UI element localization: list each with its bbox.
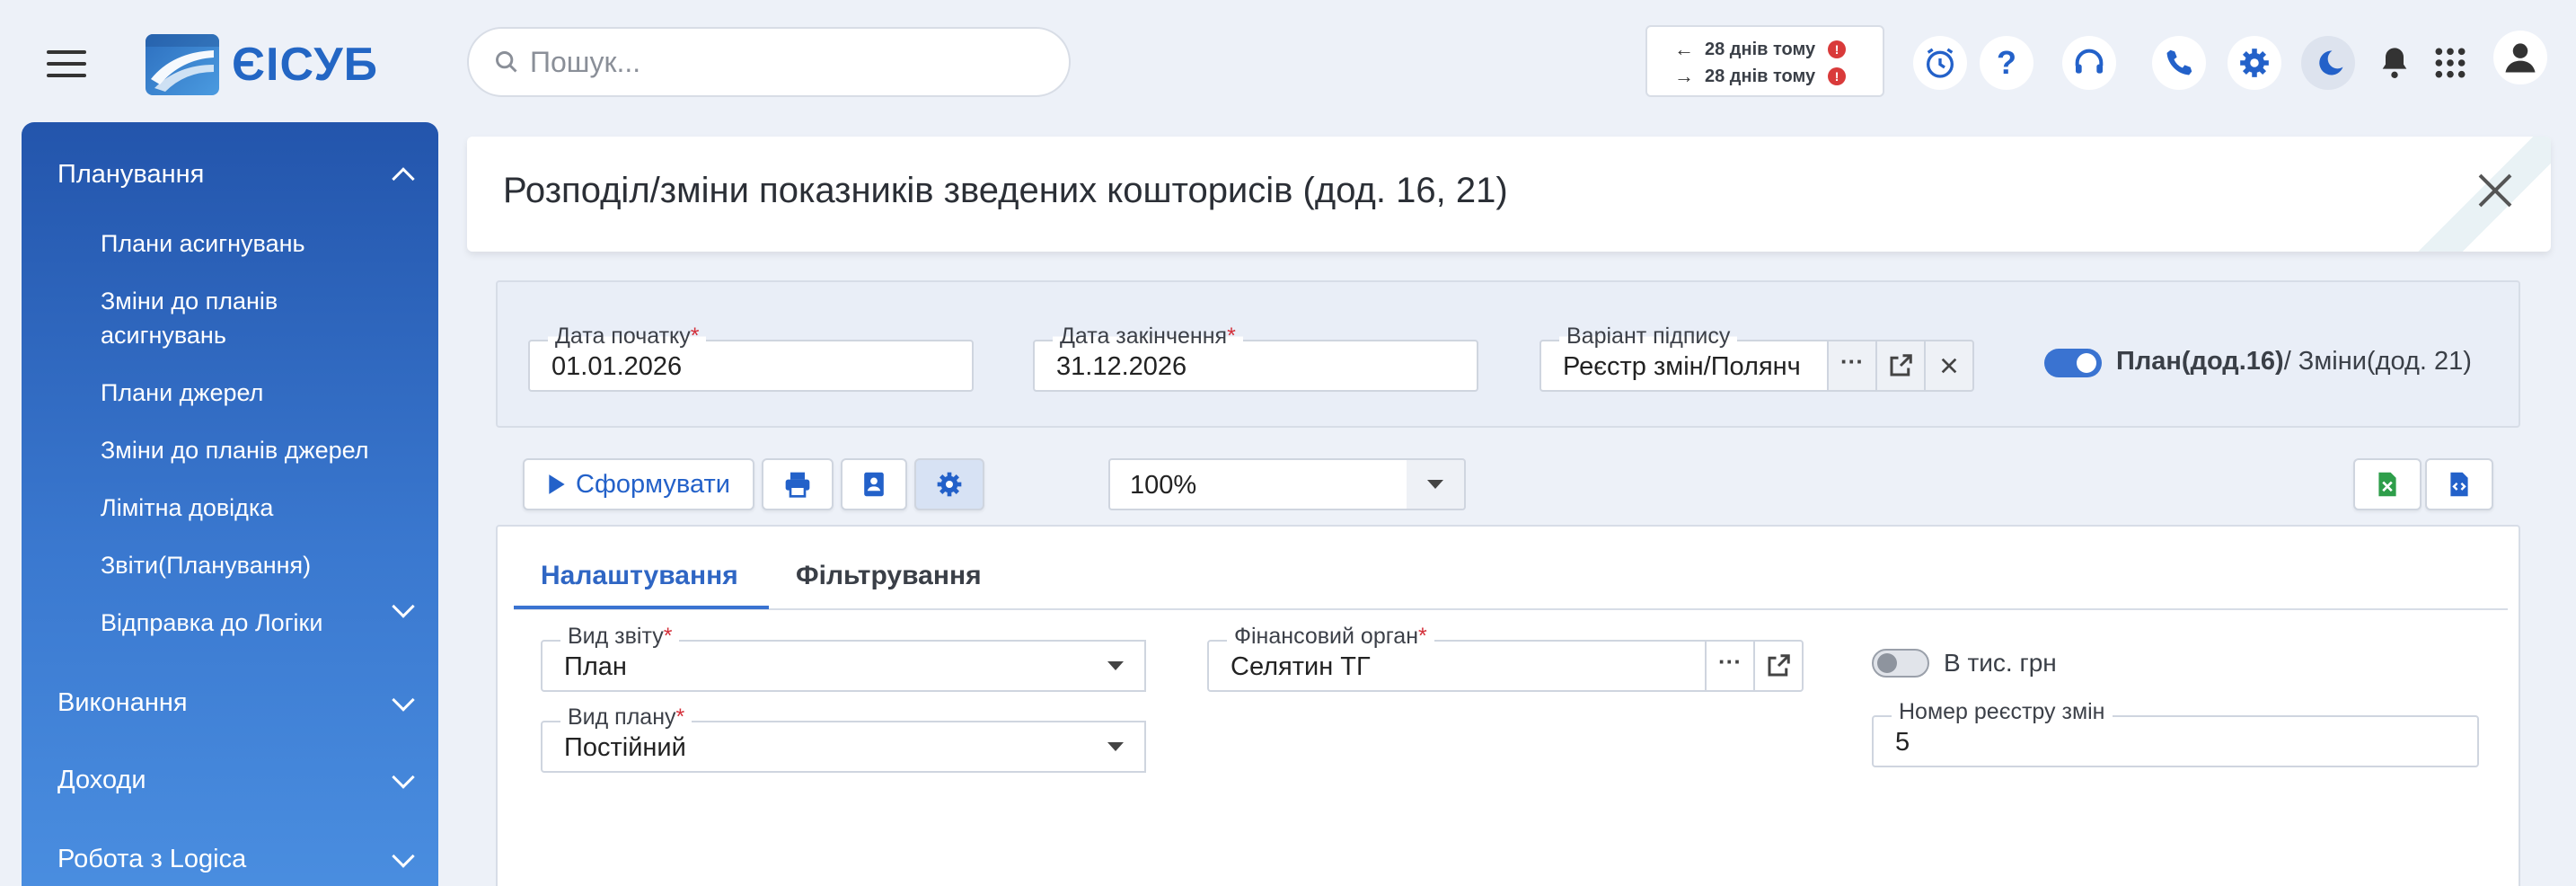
- generate-button[interactable]: Сформувати: [523, 458, 754, 510]
- report-params-panel: Дата початку* 01.01.2026 Дата закінчення…: [496, 280, 2520, 428]
- settings-button[interactable]: [914, 458, 984, 510]
- plan-type-value: Постійний: [564, 733, 686, 762]
- report-type-field[interactable]: Вид звіту* План: [541, 624, 1089, 692]
- clear-signature-button[interactable]: [1924, 340, 1974, 392]
- top-bar: ЄІСУБ ← 28 днів тому ! → 28 днів тому ! …: [0, 0, 2576, 126]
- moon-icon[interactable]: [2301, 36, 2355, 90]
- printer-icon: [785, 472, 810, 498]
- registry-number-input[interactable]: 5: [1895, 728, 1910, 758]
- zoom-select[interactable]: 100%: [1108, 458, 1408, 510]
- export-xml-button[interactable]: [2425, 458, 2493, 510]
- chevron-down-icon: [392, 765, 415, 789]
- search-icon: [496, 51, 517, 73]
- sync-row-in: → 28 днів тому !: [1674, 63, 1883, 90]
- print-button[interactable]: [762, 458, 834, 510]
- app-logo[interactable]: ЄІСУБ: [146, 34, 378, 95]
- report-type-value: План: [564, 652, 627, 681]
- tab-settings[interactable]: Налаштування: [541, 561, 738, 591]
- external-link-icon: [1890, 354, 1912, 377]
- chevron-up-icon: [392, 166, 415, 190]
- code-file-icon: [2450, 472, 2468, 497]
- user-icon[interactable]: [2493, 31, 2547, 84]
- zoom-dropdown-button[interactable]: [1407, 458, 1466, 510]
- registry-number-field[interactable]: Номер реєстру змін 5: [1872, 699, 2479, 767]
- plan-type-dropdown[interactable]: [1087, 721, 1146, 773]
- thousands-toggle[interactable]: [1872, 649, 1929, 678]
- sidebar-group-logica[interactable]: Робота з Logica: [57, 844, 426, 874]
- fin-org-more-button[interactable]: ···: [1705, 640, 1755, 692]
- headset-icon[interactable]: [2062, 36, 2116, 90]
- plan-type-field[interactable]: Вид плану* Постійний: [541, 704, 1089, 773]
- caret-down-icon: [1427, 480, 1443, 489]
- sidebar: Планування Плани асигнувань Зміни до пла…: [22, 122, 438, 886]
- gear-icon[interactable]: [2228, 36, 2281, 90]
- header-decoration: [2371, 137, 2551, 252]
- sync-row-out: ← 28 днів тому !: [1674, 36, 1883, 63]
- page-title: Розподіл/зміни показників зведених кошто…: [503, 171, 1508, 210]
- play-icon: [549, 474, 565, 494]
- close-icon[interactable]: [2472, 167, 2519, 214]
- fin-org-field[interactable]: Фінансовий орган* Селятин ТГ: [1207, 624, 1707, 692]
- clear-icon: [1941, 358, 1957, 374]
- tab-divider: [514, 608, 2508, 610]
- chevron-down-icon: [392, 844, 415, 868]
- tab-filtering[interactable]: Фільтрування: [796, 561, 982, 591]
- sidebar-item-planning-reports[interactable]: Звіти(Планування): [101, 548, 406, 582]
- date-end-input[interactable]: 31.12.2026: [1056, 352, 1187, 382]
- help-icon[interactable]: ?: [1980, 36, 2033, 90]
- apps-grid-icon[interactable]: [2423, 36, 2477, 90]
- error-badge-icon: !: [1828, 67, 1847, 85]
- bell-icon[interactable]: [2368, 36, 2422, 90]
- date-end-field[interactable]: Дата закінчення* 31.12.2026: [1033, 323, 1478, 392]
- sidebar-item-source-plans[interactable]: Плани джерел: [101, 376, 406, 410]
- gear-icon: [937, 472, 962, 497]
- logo-icon: [146, 34, 219, 95]
- alarm-clock-icon[interactable]: [1913, 36, 1967, 90]
- chevron-down-icon: [392, 687, 415, 712]
- page-header: Розподіл/зміни показників зведених кошто…: [467, 137, 2551, 252]
- sidebar-item-limit-reference[interactable]: Лімітна довідка: [101, 491, 406, 525]
- contacts-button[interactable]: [841, 458, 907, 510]
- sidebar-group-income[interactable]: Доходи: [57, 765, 426, 795]
- contact-book-icon: [864, 472, 884, 497]
- date-start-input[interactable]: 01.01.2026: [551, 352, 682, 382]
- date-start-field[interactable]: Дата початку* 01.01.2026: [528, 323, 974, 392]
- search-box[interactable]: [467, 27, 1071, 97]
- plan-changes-label: План(дод.16)/ Зміни(дод. 21): [2116, 347, 2472, 376]
- caret-down-icon: [1107, 661, 1124, 670]
- phone-icon[interactable]: [2152, 36, 2206, 90]
- arrow-left-icon: ←: [1674, 38, 1694, 60]
- report-type-dropdown[interactable]: [1087, 640, 1146, 692]
- sidebar-item-send-to-logika[interactable]: Відправка до Логіки: [101, 595, 426, 640]
- sidebar-item-allocation-changes[interactable]: Зміни до планів асигнувань: [101, 284, 406, 352]
- tab-active-indicator: [514, 606, 769, 609]
- sidebar-group-planning[interactable]: Планування: [57, 160, 426, 190]
- ellipsis-icon: ···: [1718, 647, 1742, 675]
- fin-org-open-button[interactable]: [1753, 640, 1804, 692]
- more-options-button[interactable]: ···: [1827, 340, 1877, 392]
- plan-changes-toggle[interactable]: [2044, 349, 2102, 377]
- open-external-button[interactable]: [1875, 340, 1926, 392]
- sync-status[interactable]: ← 28 днів тому ! → 28 днів тому !: [1645, 25, 1884, 97]
- thousands-label: В тис. грн: [1944, 649, 2057, 677]
- menu-icon[interactable]: [47, 50, 86, 77]
- settings-panel: Налаштування Фільтрування Вид звіту* Пла…: [496, 525, 2520, 886]
- excel-file-icon: [2378, 472, 2396, 497]
- arrow-right-icon: →: [1674, 65, 1694, 87]
- external-link-icon: [1768, 654, 1790, 677]
- sidebar-group-execution[interactable]: Виконання: [57, 687, 426, 718]
- caret-down-icon: [1107, 742, 1124, 751]
- error-badge-icon: !: [1828, 40, 1847, 58]
- export-excel-button[interactable]: [2353, 458, 2422, 510]
- ellipsis-icon: ···: [1840, 347, 1864, 375]
- fin-org-value: Селятин ТГ: [1231, 652, 1371, 681]
- sidebar-item-allocation-plans[interactable]: Плани асигнувань: [101, 226, 406, 261]
- signature-input[interactable]: Реєстр змін/Полянч: [1563, 352, 1823, 382]
- search-input[interactable]: [530, 45, 1033, 79]
- logo-text: ЄІСУБ: [232, 39, 379, 91]
- chevron-down-icon: [392, 595, 415, 618]
- signature-field[interactable]: Варіант підпису Реєстр змін/Полянч: [1539, 323, 1829, 392]
- sidebar-item-source-changes[interactable]: Зміни до планів джерел: [101, 433, 406, 467]
